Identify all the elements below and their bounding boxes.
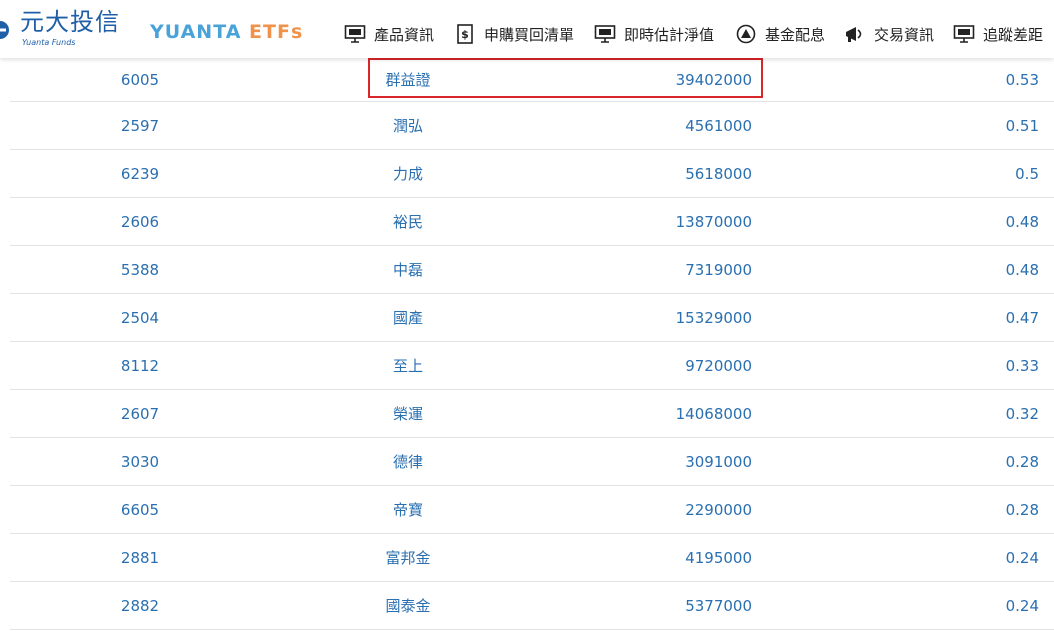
dollar-doc-icon: $ [454,24,476,44]
shares-cell: 4561000 [685,116,752,135]
table-row: 8112 至上 9720000 0.33 [10,342,1054,390]
brand-name-en: Yuanta Funds [22,38,76,47]
stock-name-cell: 群益證 [385,71,431,89]
brand-name-cn[interactable]: 元大投信 [20,8,120,36]
stock-name-cell: 國產 [392,309,423,327]
nav-label: 申購買回清單 [484,25,575,44]
nav-label: 交易資訊 [874,25,935,44]
stock-name-cell: 榮運 [392,405,423,423]
stock-code-cell: 2881 [120,548,160,567]
shares-cell: 5618000 [685,164,752,183]
shares-cell: 4195000 [685,548,752,567]
nav-label: 追蹤差距 [983,25,1044,44]
shares-cell: 9720000 [685,356,752,375]
nav-label: 產品資訊 [374,25,435,44]
table-row: 6605 帝寶 2290000 0.28 [10,486,1054,534]
stock-code-cell: 5388 [120,260,160,279]
stock-code-cell: 2504 [120,308,160,327]
holdings-table: 6005 群益證 39402000 0.53 2597 潤弘 4561000 0.51 6239… [10,58,1054,630]
shares-cell: 14068000 [675,404,752,423]
weight-cell: 0.48 [1005,212,1039,231]
nav-realtime-nav[interactable]: 即時估計淨值 [594,22,714,46]
monitor-icon [953,24,975,44]
shares-cell: 3091000 [685,452,752,471]
weight-cell: 0.5 [1015,164,1039,183]
shares-cell: 2290000 [685,500,752,519]
table-row: 2882 國泰金 5377000 0.24 [10,582,1054,630]
stock-code-cell: 2607 [120,404,160,423]
monitor-icon [344,24,366,44]
weight-cell: 0.28 [1005,500,1039,519]
nav-dividends[interactable]: 基金配息 [735,22,825,46]
table-row: 3030 德律 3091000 0.28 [10,438,1054,486]
weight-cell: 0.24 [1005,548,1039,567]
stock-name-cell: 國泰金 [385,597,431,615]
table-row: 2597 潤弘 4561000 0.51 [10,102,1054,150]
stock-code-cell: 3030 [120,452,160,471]
weight-cell: 0.24 [1005,596,1039,615]
stock-name-cell: 力成 [392,165,423,183]
stock-name-cell: 德律 [392,453,423,471]
yuanta-logo-icon[interactable] [0,18,10,42]
weight-cell: 0.48 [1005,260,1039,279]
shares-cell: 5377000 [685,596,752,615]
stock-code-cell: 6605 [120,500,160,519]
weight-cell: 0.32 [1005,404,1039,423]
shares-cell: 39402000 [675,70,752,89]
nav-label: 即時估計淨值 [624,25,715,44]
table-row: 6005 群益證 39402000 0.53 [10,58,1054,102]
table-row: 6239 力成 5618000 0.5 [10,150,1054,198]
etf-logo-etfs: ETFs [249,21,304,43]
coins-icon [735,24,757,44]
nav-subscription-list[interactable]: $ 申購買回清單 [454,22,574,46]
table-row: 2881 富邦金 4195000 0.24 [10,534,1054,582]
weight-cell: 0.28 [1005,452,1039,471]
stock-code-cell: 6239 [120,164,160,183]
stock-name-cell: 中磊 [392,261,423,279]
table-row: 2504 國產 15329000 0.47 [10,294,1054,342]
weight-cell: 0.33 [1005,356,1039,375]
yuanta-etfs-logo[interactable]: YUANTA ETFs [150,21,303,43]
weight-cell: 0.53 [1005,70,1039,89]
stock-code-cell: 2597 [120,116,160,135]
shares-cell: 13870000 [675,212,752,231]
stock-name-cell: 裕民 [392,213,423,231]
shares-cell: 7319000 [685,260,752,279]
shares-cell: 15329000 [675,308,752,327]
stock-code-cell: 2882 [120,596,160,615]
monitor-icon [594,24,616,44]
nav-trading-info[interactable]: 交易資訊 [844,22,934,46]
nav-label: 基金配息 [765,25,826,44]
svg-text:$: $ [461,28,469,41]
stock-name-cell: 帝寶 [392,501,423,519]
nav-product-info[interactable]: 產品資訊 [344,22,434,46]
stock-code-cell: 8112 [120,356,160,375]
etf-logo-yuanta: YUANTA [150,21,242,43]
stock-name-cell: 至上 [392,357,423,375]
megaphone-icon [844,24,866,44]
nav-tracking-difference[interactable]: 追蹤差距 [953,22,1043,46]
stock-name-cell: 富邦金 [385,549,431,567]
stock-code-cell: 2606 [120,212,160,231]
stock-name-cell: 潤弘 [392,117,423,135]
weight-cell: 0.51 [1005,116,1039,135]
table-row: 2606 裕民 13870000 0.48 [10,198,1054,246]
table-row: 5388 中磊 7319000 0.48 [10,246,1054,294]
table-row: 2607 榮運 14068000 0.32 [10,390,1054,438]
weight-cell: 0.47 [1005,308,1039,327]
site-header: 元大投信 Yuanta Funds YUANTA ETFs 產品資訊 $ 申購買… [0,0,1054,58]
stock-code-cell: 6005 [120,70,160,89]
